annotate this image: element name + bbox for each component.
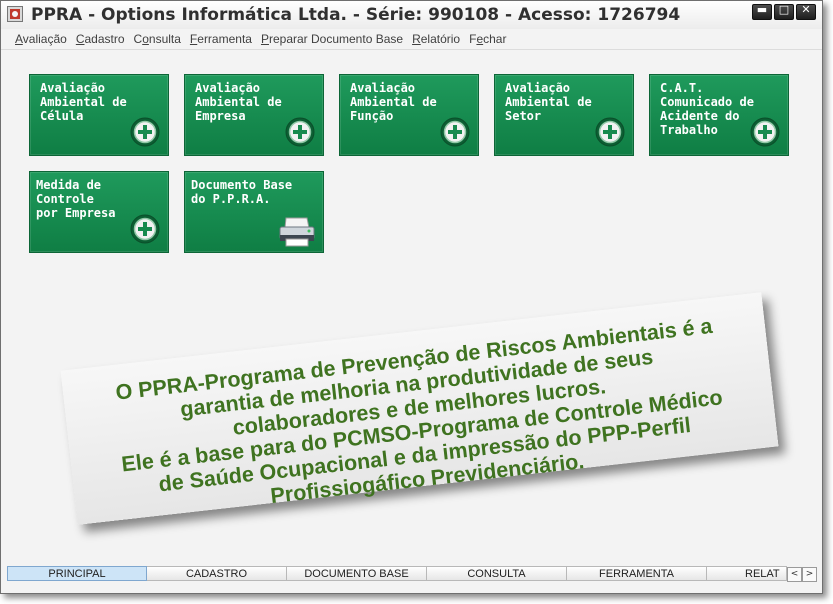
menu-relat-rio[interactable]: Relatório: [412, 29, 465, 47]
tile-avaliacao-funcao[interactable]: Avaliação Ambiental de Função: [339, 74, 479, 156]
plus-circle-icon: [285, 117, 315, 147]
slogan-banner: O PPRA-Programa de Prevenção de Riscos A…: [60, 292, 779, 525]
plus-circle-icon: [130, 214, 160, 244]
maximize-icon: □: [778, 3, 790, 16]
close-icon: ✕: [801, 3, 811, 16]
app-window: PPRA - Options Informática Ltda. - Série…: [0, 0, 823, 594]
tile-medida-controle[interactable]: Medida de Controle por Empresa: [29, 171, 169, 253]
tile-avaliacao-setor[interactable]: Avaliação Ambiental de Setor: [494, 74, 634, 156]
menu-ferramenta[interactable]: Ferramenta: [190, 29, 257, 47]
plus-circle-icon: [595, 117, 625, 147]
tab-consulta[interactable]: CONSULTA: [427, 566, 567, 581]
maximize-button[interactable]: □: [774, 3, 794, 20]
menu-cadastro[interactable]: Cadastro: [76, 29, 130, 47]
tab-cadastro[interactable]: CADASTRO: [147, 566, 287, 581]
app-icon: [7, 6, 23, 22]
tile-documento-base[interactable]: Documento Base do P.P.R.A.: [184, 171, 324, 253]
bottom-tab-bar: PRINCIPAL CADASTRO DOCUMENTO BASE CONSUL…: [7, 566, 817, 582]
tab-principal[interactable]: PRINCIPAL: [7, 566, 147, 581]
minimize-button[interactable]: ▬: [752, 3, 772, 20]
minimize-icon: ▬: [756, 3, 768, 16]
menu-preparar-documento-base[interactable]: Preparar Documento Base: [261, 29, 408, 47]
tab-scroll-right-button[interactable]: >: [802, 567, 817, 582]
tab-scroll-left-button[interactable]: <: [787, 567, 802, 582]
tile-avaliacao-celula[interactable]: Avaliação Ambiental de Célula: [29, 74, 169, 156]
tile-cat[interactable]: C.A.T. Comunicado de Acidente do Trabalh…: [649, 74, 789, 156]
printer-icon: [279, 217, 315, 247]
tab-ferramenta[interactable]: FERRAMENTA: [567, 566, 707, 581]
title-bar[interactable]: PPRA - Options Informática Ltda. - Série…: [1, 1, 822, 30]
tile-label: Documento Base do P.P.R.A.: [191, 178, 293, 206]
menu-fechar[interactable]: Fechar: [469, 29, 511, 47]
close-button[interactable]: ✕: [796, 3, 816, 20]
menu-bar: Avaliação Cadastro Consulta Ferramenta Prepa…: [1, 29, 822, 50]
plus-circle-icon: [130, 117, 160, 147]
menu-avalia-o[interactable]: Avaliação: [15, 29, 72, 47]
menu-consulta[interactable]: Consulta: [134, 29, 186, 47]
plus-circle-icon: [440, 117, 470, 147]
tab-relatorio[interactable]: RELAT: [707, 566, 787, 581]
tile-avaliacao-empresa[interactable]: Avaliação Ambiental de Empresa: [184, 74, 324, 156]
plus-circle-icon: [750, 117, 780, 147]
tab-documento-base[interactable]: DOCUMENTO BASE: [287, 566, 427, 581]
window-title: PPRA - Options Informática Ltda. - Série…: [31, 5, 681, 25]
